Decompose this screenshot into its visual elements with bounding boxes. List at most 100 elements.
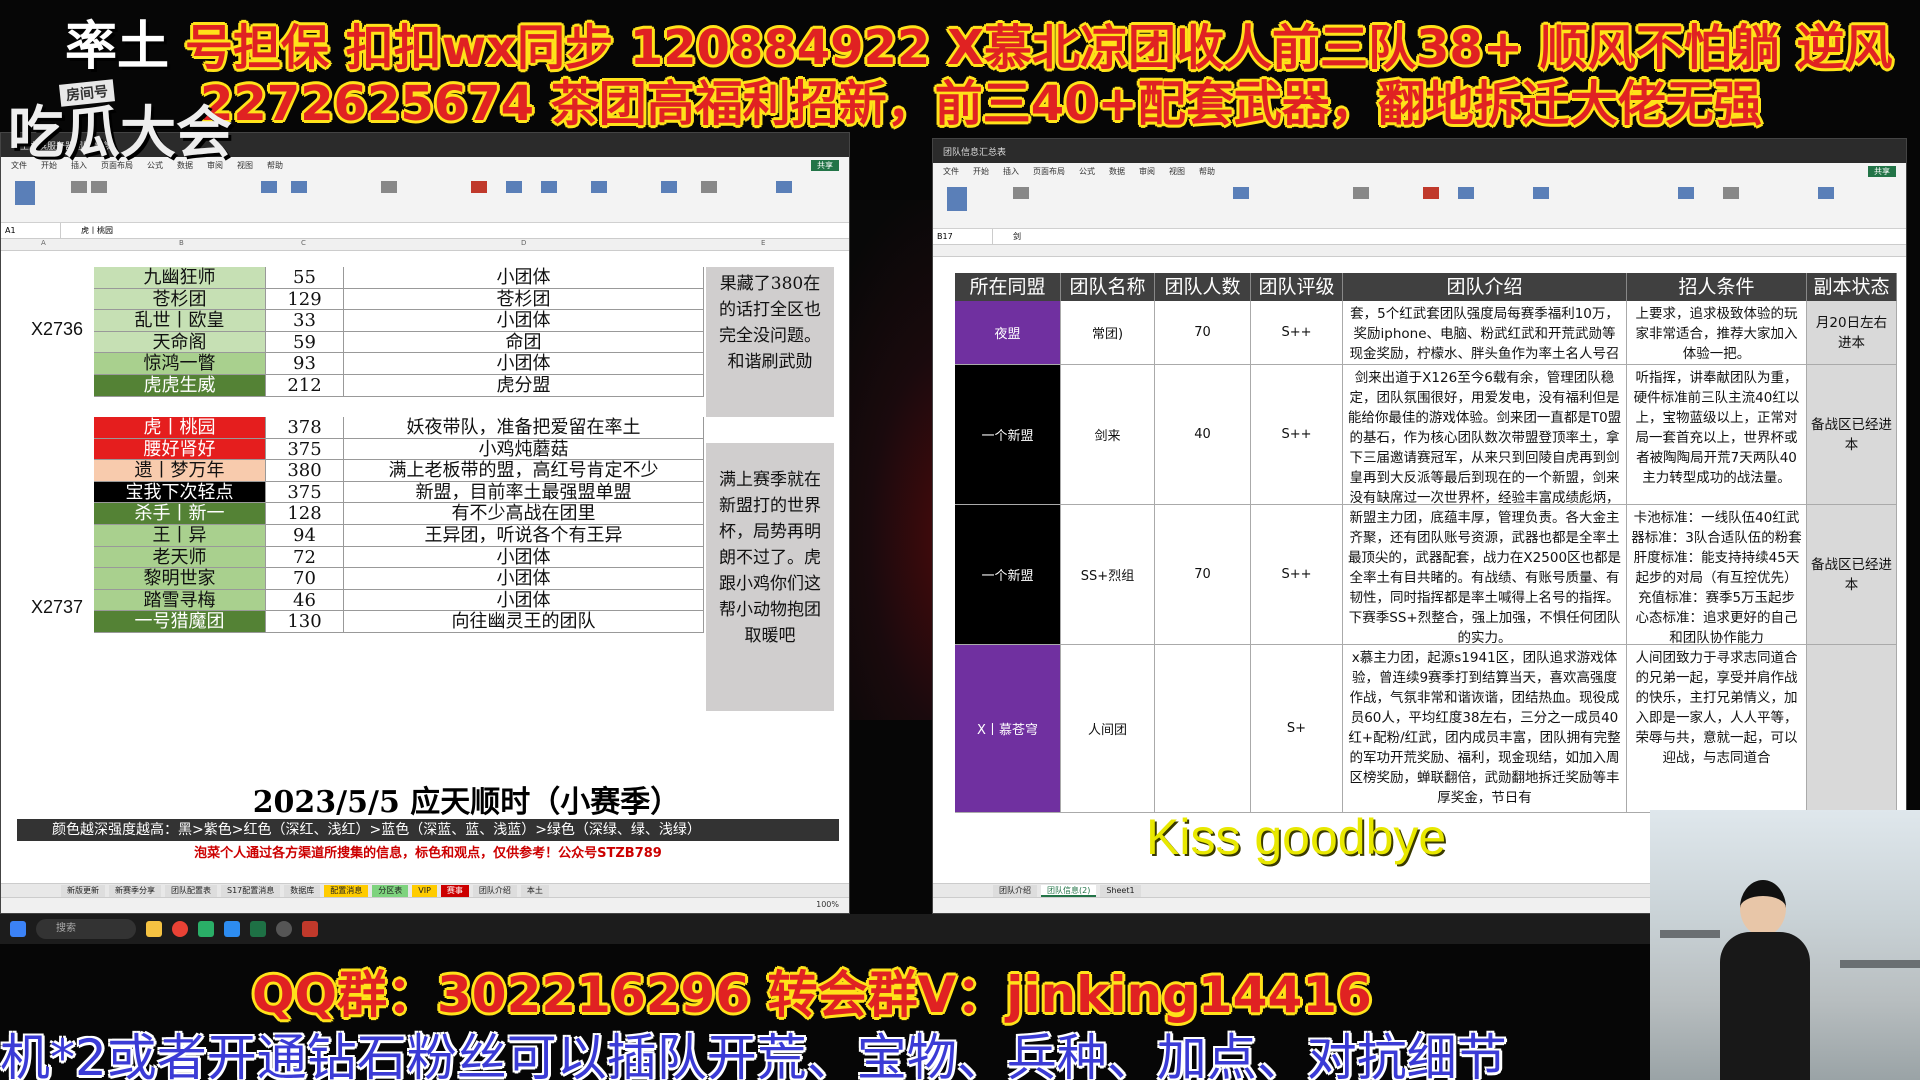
left-sheet-grid[interactable]: 九幽狂师 55 小团体 苍杉团 129 苍杉团 乱世丨欧皇 33 小团体 天命阁 59 命团 惊鸿一瞥 9…: [1, 267, 839, 865]
team-row[interactable]: 王丨异 94 王异团，听说各个有王异: [94, 525, 704, 547]
left-formula-bar[interactable]: A1 虎丨桃园: [1, 223, 849, 239]
team-row[interactable]: 踏雪寻梅 46 小团体: [94, 589, 704, 612]
cell-intro[interactable]: 剑来出道于X126至今6载有余，管理团队稳定，团队氛围很好，用爱发电，没有福利但…: [1343, 365, 1627, 505]
team-row[interactable]: 天命阁 59 命团: [94, 331, 704, 354]
cell-grade[interactable]: S++: [1251, 505, 1343, 645]
cell-name[interactable]: 天命阁: [94, 331, 266, 354]
cell-req[interactable]: 人间团致力于寻求志同道合的兄弟一起，享受并肩作战的快乐，主打兄弟情义，加入即是一…: [1627, 645, 1807, 813]
left-share-button[interactable]: 共享: [811, 159, 839, 171]
windows-start-icon[interactable]: [10, 921, 26, 937]
left-name-box[interactable]: A1: [1, 223, 61, 238]
sheet-tab[interactable]: 团队配置表: [165, 884, 217, 897]
cell-desc[interactable]: 小鸡炖蘑菇: [344, 438, 704, 461]
cell-name[interactable]: 踏雪寻梅: [94, 589, 266, 612]
cell-count[interactable]: 55: [266, 267, 344, 289]
italic-icon[interactable]: [91, 181, 107, 193]
cell-status[interactable]: [1807, 645, 1897, 813]
cell-intro[interactable]: x慕主力团，起源s1941区，团队追求游戏体验，曾连续9赛季打到结算当天，喜欢高…: [1343, 645, 1627, 813]
cell-style-icon[interactable]: [541, 181, 557, 193]
right-excel-window[interactable]: 团队信息汇总表 文件 开始 插入 页面布局 公式 数据 审阅 视图 帮助 共享 …: [932, 138, 1907, 914]
cell-count[interactable]: [1155, 645, 1251, 813]
cell-grade[interactable]: S++: [1251, 301, 1343, 365]
team-row[interactable]: 一号猎魔团 130 向往幽灵王的团队: [94, 611, 704, 633]
cell-name[interactable]: 乱世丨欧皇: [94, 310, 266, 332]
conditional-format-icon[interactable]: [1423, 187, 1439, 199]
sheet-tab[interactable]: 数据库: [284, 884, 321, 897]
game-icon[interactable]: [302, 921, 318, 937]
team-row[interactable]: 宝我下次轻点 375 新盟，目前率土最强盟单盟: [94, 481, 704, 504]
cell-grade[interactable]: S+: [1251, 645, 1343, 813]
cell-req[interactable]: 听指挥，讲奉献团队为重，硬件标准前三队主流40红以上，宝物蓝级以上，正常对局一套…: [1627, 365, 1807, 505]
cell-status[interactable]: 备战区已经进本: [1807, 505, 1897, 645]
team-info-row[interactable]: 夜盟 常团) 70 S++ 套，5个红武套团队强度局每赛季福利10万，奖励iphone、…: [955, 301, 1897, 365]
sheet-tab[interactable]: 分区表: [372, 884, 409, 897]
cell-name[interactable]: 虎虎生威: [94, 375, 266, 397]
cell-req[interactable]: 卡池标准：一线队伍40红武器标准：3队合适队伍的粉套 肝度标准：能支持持续45天…: [1627, 505, 1807, 645]
conditional-format-icon[interactable]: [471, 181, 487, 193]
right-menu-review[interactable]: 审阅: [1139, 166, 1155, 177]
cell-alliance[interactable]: 夜盟: [955, 301, 1061, 365]
qq-icon[interactable]: [224, 921, 240, 937]
cell-name[interactable]: 虎丨桃园: [94, 417, 266, 439]
cell-desc[interactable]: 向往幽灵王的团队: [344, 611, 704, 633]
cell-name[interactable]: 老天师: [94, 546, 266, 569]
obs-icon[interactable]: [276, 921, 292, 937]
right-name-box[interactable]: B17: [933, 229, 993, 244]
cell-name[interactable]: 王丨异: [94, 525, 266, 547]
cell-count[interactable]: 380: [266, 460, 344, 482]
cell-team[interactable]: 剑来: [1061, 365, 1155, 505]
cell-count[interactable]: 375: [266, 438, 344, 461]
find-icon[interactable]: [1723, 187, 1739, 199]
cell-name[interactable]: 遗丨梦万年: [94, 460, 266, 482]
table-format-icon[interactable]: [506, 181, 522, 193]
cell-desc[interactable]: 满上老板带的盟，高红号肯定不少: [344, 460, 704, 482]
merge-icon[interactable]: [291, 181, 307, 193]
cell-name[interactable]: 杀手丨新一: [94, 503, 266, 525]
cell-name[interactable]: 一号猎魔团: [94, 611, 266, 633]
cell-alliance[interactable]: 一个新盟: [955, 505, 1061, 645]
right-sheet-grid[interactable]: 所在同盟 团队名称 团队人数 团队评级 团队介绍 招人条件 副本状态 夜盟 常团)…: [943, 273, 1898, 883]
right-share-button[interactable]: 共享: [1868, 165, 1896, 177]
left-excel-window[interactable]: 率土之滨服务器团队信息 文件 开始 插入 页面布局 公式 数据 审阅 视图 帮助…: [0, 132, 850, 914]
cell-desc[interactable]: 命团: [344, 331, 704, 354]
cell-grade[interactable]: S++: [1251, 365, 1343, 505]
chrome-icon[interactable]: [172, 921, 188, 937]
col-b[interactable]: B: [179, 239, 184, 247]
cell-name[interactable]: 宝我下次轻点: [94, 481, 266, 504]
number-format-icon[interactable]: [381, 181, 397, 193]
team-row[interactable]: 杀手丨新一 128 有不少高战在团里: [94, 503, 704, 525]
taskbar-search[interactable]: 搜索: [36, 919, 136, 939]
sheet-tab[interactable]: 赛事: [440, 884, 469, 897]
team-row[interactable]: 遗丨梦万年 380 满上老板带的盟，高红号肯定不少: [94, 460, 704, 482]
team-info-row[interactable]: 一个新盟 剑来 40 S++ 剑来出道于X126至今6载有余，管理团队稳定，团队氛围很好…: [955, 365, 1897, 505]
left-formula-input[interactable]: 虎丨桃园: [61, 225, 113, 236]
right-menu-insert[interactable]: 插入: [1003, 166, 1019, 177]
sheet-tab[interactable]: 新赛季分享: [109, 884, 161, 897]
cell-desc[interactable]: 苍杉团: [344, 288, 704, 311]
cell-count[interactable]: 70: [266, 568, 344, 590]
cell-count[interactable]: 378: [266, 417, 344, 439]
cell-count[interactable]: 130: [266, 611, 344, 633]
cell-name[interactable]: 苍杉团: [94, 288, 266, 311]
cell-desc[interactable]: 妖夜带队，准备把爱留在率土: [344, 417, 704, 439]
col-a[interactable]: A: [41, 239, 46, 247]
sheet-tab[interactable]: VIP: [412, 884, 437, 897]
cell-req[interactable]: 上要求，追求极致体验的玩家非常适合，推荐大家加入体验一把。: [1627, 301, 1807, 365]
insert-cells-icon[interactable]: [1533, 187, 1549, 199]
cell-count[interactable]: 70: [1155, 301, 1251, 365]
cell-intro[interactable]: 套，5个红武套团队强度局每赛季福利10万，奖励iphone、电脑、粉武红武和开荒…: [1343, 301, 1627, 365]
sheet-tab[interactable]: 新版更新: [61, 884, 105, 897]
team-row[interactable]: 黎明世家 70 小团体: [94, 568, 704, 590]
team-row[interactable]: 九幽狂师 55 小团体: [94, 267, 704, 289]
analyze-icon[interactable]: [776, 181, 792, 193]
col-d[interactable]: D: [521, 239, 526, 247]
cell-desc[interactable]: 小团体: [344, 568, 704, 590]
cell-count[interactable]: 46: [266, 589, 344, 612]
cell-desc[interactable]: 小团体: [344, 267, 704, 289]
cell-count[interactable]: 40: [1155, 365, 1251, 505]
left-zoom-level[interactable]: 100%: [816, 900, 839, 909]
team-row[interactable]: 乱世丨欧皇 33 小团体: [94, 310, 704, 332]
sheet-tab[interactable]: 团队信息(2): [1041, 884, 1097, 897]
wechat-icon[interactable]: [198, 921, 214, 937]
sheet-tab[interactable]: S17配置消息: [221, 884, 281, 897]
